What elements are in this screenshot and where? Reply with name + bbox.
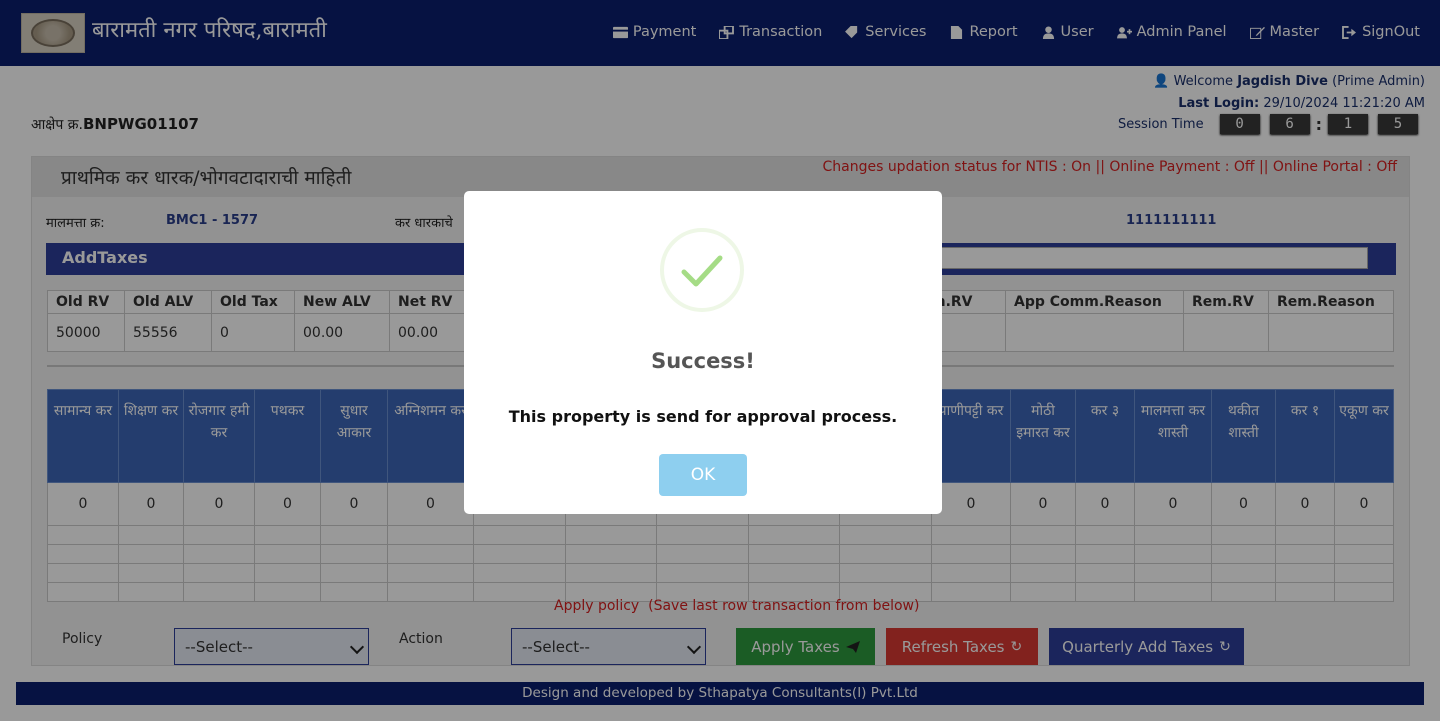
success-check-icon (660, 228, 744, 312)
ok-button[interactable]: OK (659, 454, 747, 496)
dialog-message: This property is send for approval proce… (508, 407, 898, 426)
success-dialog: Success! This property is send for appro… (464, 191, 942, 514)
dialog-title: Success! (651, 349, 755, 373)
